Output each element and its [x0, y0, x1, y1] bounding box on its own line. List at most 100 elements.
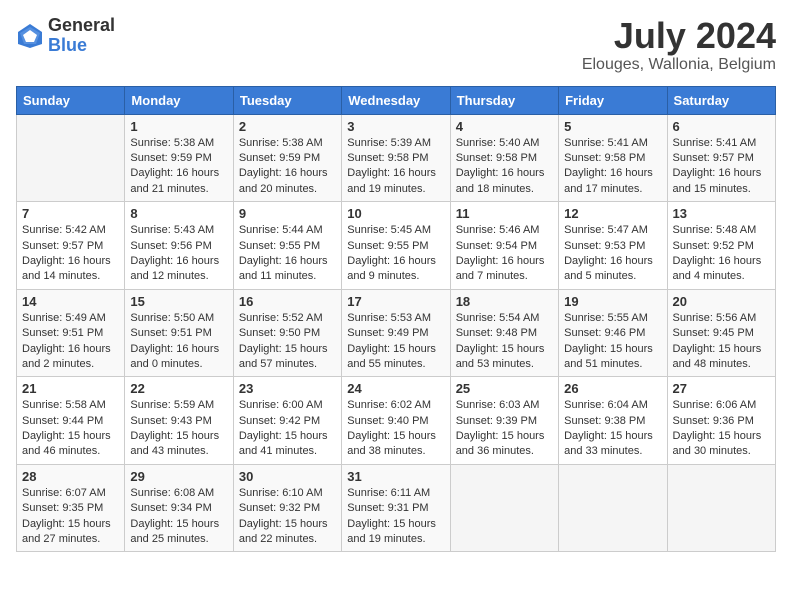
daylight-text: Daylight: 15 hours and 30 minutes. — [673, 430, 762, 457]
day-number: 10 — [347, 206, 444, 221]
sunset-text: Sunset: 9:57 PM — [22, 240, 103, 252]
calendar-cell: 6Sunrise: 5:41 AMSunset: 9:57 PMDaylight… — [667, 114, 775, 202]
calendar-cell — [667, 464, 775, 552]
calendar-cell: 9Sunrise: 5:44 AMSunset: 9:55 PMDaylight… — [233, 202, 341, 290]
daylight-text: Daylight: 16 hours and 7 minutes. — [456, 255, 545, 282]
calendar-cell: 13Sunrise: 5:48 AMSunset: 9:52 PMDayligh… — [667, 202, 775, 290]
sunrise-text: Sunrise: 6:11 AM — [347, 487, 430, 499]
sunset-text: Sunset: 9:57 PM — [673, 152, 754, 164]
sunset-text: Sunset: 9:58 PM — [347, 152, 428, 164]
day-number: 20 — [673, 294, 770, 309]
day-info: Sunrise: 6:03 AMSunset: 9:39 PMDaylight:… — [456, 398, 553, 460]
sunrise-text: Sunrise: 6:02 AM — [347, 399, 431, 411]
day-number: 3 — [347, 119, 444, 134]
day-info: Sunrise: 5:48 AMSunset: 9:52 PMDaylight:… — [673, 223, 770, 285]
calendar-cell: 14Sunrise: 5:49 AMSunset: 9:51 PMDayligh… — [17, 289, 125, 377]
daylight-text: Daylight: 15 hours and 48 minutes. — [673, 343, 762, 370]
location-subtitle: Elouges, Wallonia, Belgium — [582, 56, 776, 74]
day-number: 1 — [130, 119, 227, 134]
day-info: Sunrise: 5:47 AMSunset: 9:53 PMDaylight:… — [564, 223, 661, 285]
sunrise-text: Sunrise: 6:06 AM — [673, 399, 757, 411]
sunset-text: Sunset: 9:55 PM — [347, 240, 428, 252]
sunset-text: Sunset: 9:48 PM — [456, 327, 537, 339]
sunrise-text: Sunrise: 6:00 AM — [239, 399, 323, 411]
day-number: 8 — [130, 206, 227, 221]
daylight-text: Daylight: 16 hours and 17 minutes. — [564, 167, 653, 194]
day-number: 11 — [456, 206, 553, 221]
sunrise-text: Sunrise: 5:50 AM — [130, 312, 214, 324]
calendar-cell: 1 Sunrise: 5:38 AMSunset: 9:59 PMDaylight… — [125, 114, 233, 202]
day-info: Sunrise: 6:02 AMSunset: 9:40 PMDaylight:… — [347, 398, 444, 460]
day-info: Sunrise: 5:54 AMSunset: 9:48 PMDaylight:… — [456, 311, 553, 373]
calendar-cell: 26Sunrise: 6:04 AMSunset: 9:38 PMDayligh… — [559, 377, 667, 465]
daylight-text: Daylight: 16 hours and 5 minutes. — [564, 255, 653, 282]
sunrise-text: Sunrise: 6:08 AM — [130, 487, 214, 499]
day-number: 27 — [673, 381, 770, 396]
day-number: 31 — [347, 469, 444, 484]
day-info: Sunrise: 5:58 AMSunset: 9:44 PMDaylight:… — [22, 398, 119, 460]
day-number: 24 — [347, 381, 444, 396]
sunset-text: Sunset: 9:58 PM — [456, 152, 537, 164]
calendar-cell: 15Sunrise: 5:50 AMSunset: 9:51 PMDayligh… — [125, 289, 233, 377]
calendar-cell: 10Sunrise: 5:45 AMSunset: 9:55 PMDayligh… — [342, 202, 450, 290]
logo-blue-text: Blue — [48, 36, 115, 56]
sunrise-text: Sunrise: 5:56 AM — [673, 312, 757, 324]
page-header: General Blue July 2024 Elouges, Wallonia… — [16, 16, 776, 74]
calendar-week-1: 1 Sunrise: 5:38 AMSunset: 9:59 PMDaylight… — [17, 114, 776, 202]
calendar-cell: 8 Sunrise: 5:43 AM Sunset: 9:56 PM Daylight… — [125, 202, 233, 290]
sunset-text: Sunset: 9:40 PM — [347, 415, 428, 427]
day-of-week-saturday: Saturday — [667, 86, 775, 114]
sunrise-text: Sunrise: 6:07 AM — [22, 487, 106, 499]
day-info: Sunrise: 5:41 AMSunset: 9:58 PMDaylight:… — [564, 136, 661, 198]
sunrise-text: Sunrise: 5:38 AM — [130, 137, 214, 149]
sunrise-text: Sunrise: 5:43 AM — [130, 224, 214, 236]
daylight-text: Daylight: 15 hours and 27 minutes. — [22, 518, 111, 545]
logo-icon — [16, 22, 44, 50]
daylight-text: Daylight: 15 hours and 41 minutes. — [239, 430, 328, 457]
calendar-cell: 28Sunrise: 6:07 AMSunset: 9:35 PMDayligh… — [17, 464, 125, 552]
calendar-cell: 2Sunrise: 5:38 AMSunset: 9:59 PMDaylight… — [233, 114, 341, 202]
day-info: Sunrise: 5:53 AMSunset: 9:49 PMDaylight:… — [347, 311, 444, 373]
sunrise-text: Sunrise: 5:38 AM — [239, 137, 323, 149]
calendar-cell — [559, 464, 667, 552]
sunset-text: Sunset: 9:50 PM — [239, 327, 320, 339]
calendar-week-3: 14Sunrise: 5:49 AMSunset: 9:51 PMDayligh… — [17, 289, 776, 377]
sunset-text: Sunset: 9:51 PM — [22, 327, 103, 339]
day-of-week-thursday: Thursday — [450, 86, 558, 114]
daylight-text: Daylight: 16 hours and 11 minutes. — [239, 255, 328, 282]
sunset-text: Sunset: 9:58 PM — [564, 152, 645, 164]
day-info: Sunrise: 6:04 AMSunset: 9:38 PMDaylight:… — [564, 398, 661, 460]
day-number: 23 — [239, 381, 336, 396]
daylight-text: Daylight: 15 hours and 53 minutes. — [456, 343, 545, 370]
day-info: Sunrise: 5:38 AMSunset: 9:59 PMDaylight:… — [130, 136, 227, 198]
day-of-week-wednesday: Wednesday — [342, 86, 450, 114]
sunrise-text: Sunrise: 5:42 AM — [22, 224, 106, 236]
sunset-text: Sunset: 9:32 PM — [239, 502, 320, 514]
calendar-cell: 5 Sunrise: 5:41 AMSunset: 9:58 PMDaylight… — [559, 114, 667, 202]
sunrise-text: Sunrise: 5:58 AM — [22, 399, 106, 411]
sunset-text: Sunset: 9:53 PM — [564, 240, 645, 252]
sunset-text: Sunset: 9:43 PM — [130, 415, 211, 427]
calendar-cell — [450, 464, 558, 552]
day-number: 28 — [22, 469, 119, 484]
logo-text: General Blue — [48, 16, 115, 56]
daylight-text: Daylight: 16 hours and 12 minutes. — [130, 255, 219, 282]
day-number: 21 — [22, 381, 119, 396]
daylight-text: Daylight: 15 hours and 51 minutes. — [564, 343, 653, 370]
sunset-text: Sunset: 9:49 PM — [347, 327, 428, 339]
daylight-text: Daylight: 15 hours and 25 minutes. — [130, 518, 219, 545]
sunset-text: Sunset: 9:34 PM — [130, 502, 211, 514]
day-number: 4 — [456, 119, 553, 134]
day-number: 5 — [564, 119, 661, 134]
daylight-text: Daylight: 15 hours and 36 minutes. — [456, 430, 545, 457]
day-number: 12 — [564, 206, 661, 221]
day-number: 16 — [239, 294, 336, 309]
daylight-text: Daylight: 15 hours and 43 minutes. — [130, 430, 219, 457]
calendar-cell: 31Sunrise: 6:11 AMSunset: 9:31 PMDayligh… — [342, 464, 450, 552]
sunset-text: Sunset: 9:56 PM — [130, 240, 211, 252]
calendar-body: 1 Sunrise: 5:38 AMSunset: 9:59 PMDaylight… — [17, 114, 776, 552]
calendar-cell: 29Sunrise: 6:08 AMSunset: 9:34 PMDayligh… — [125, 464, 233, 552]
calendar-cell: 25Sunrise: 6:03 AMSunset: 9:39 PMDayligh… — [450, 377, 558, 465]
day-info: Sunrise: 5:56 AMSunset: 9:45 PMDaylight:… — [673, 311, 770, 373]
calendar-cell: 30Sunrise: 6:10 AMSunset: 9:32 PMDayligh… — [233, 464, 341, 552]
